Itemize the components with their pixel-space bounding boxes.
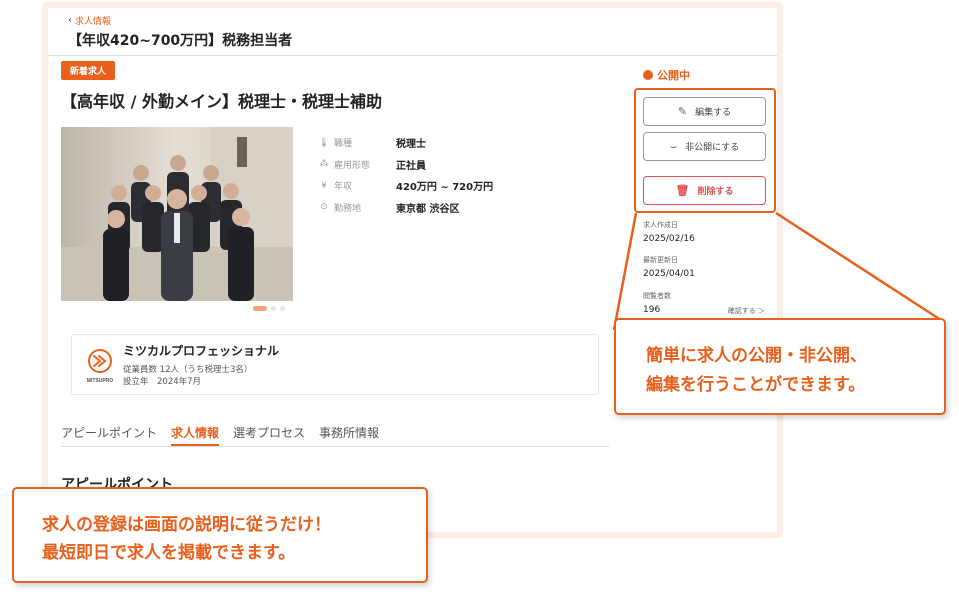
tab-appeal[interactable]: アピールポイント [61,424,157,446]
team-photo-illustration [61,127,293,301]
detail-value: 420万円 ~ 720万円 [396,182,494,194]
unpublish-button[interactable]: ⌣ 非公開にする [643,132,766,161]
new-badge: 新着求人 [61,61,115,80]
created-date-value: 2025/02/16 [643,234,695,244]
callout-left-line1: 求人の登録は画面の説明に従うだけ！ [42,515,331,535]
tab-bar: アピールポイント 求人情報 選考プロセス 事務所情報 [61,424,609,447]
tab-job-info[interactable]: 求人情報 [171,424,220,446]
job-photo[interactable] [61,127,293,301]
detail-label: 勤務地 [334,203,362,214]
company-logo-text: MITSUPRO [87,378,114,384]
view-count: 閲覧者数 196 確認する ＞ [643,291,765,315]
job-title: 【高年収 / 外勤メイン】税理士・税理士補助 [61,92,382,111]
detail-label: 雇用形態 [334,160,371,171]
edit-button-label: 編集する [695,108,732,118]
trash-icon: 🗑︎ [675,184,690,197]
carousel-dot[interactable] [253,306,267,311]
edit-button[interactable]: ✎ 編集する [643,97,766,126]
status-label: 公開中 [657,69,690,82]
callout-right-line1: 簡単に求人の公開・非公開、 [646,346,867,366]
chevron-left-icon: ‹ [68,15,72,26]
created-date: 求人作成日 2025/02/16 [643,220,695,244]
callout-right-line2: 編集を行うことができます。 [646,375,866,395]
carousel-dot[interactable] [271,306,276,311]
confirm-views-link[interactable]: 確認する ＞ [728,306,765,316]
pencil-icon: ✎ [677,105,688,118]
tab-selection-process[interactable]: 選考プロセス [233,424,305,446]
detail-row-location: ⊙ 勤務地 東京都 渋谷区 [318,197,493,219]
delete-button[interactable]: 🗑︎ 削除する [643,176,766,205]
view-count-label: 閲覧者数 [643,292,671,300]
status-dot-icon [643,70,653,80]
company-card[interactable]: MITSUPRO ミツカルプロフェッショナル 従業員数 12人（うち税理士3名）… [71,334,599,395]
carousel-dot[interactable] [280,306,285,311]
thermometer-icon: 🌡︎ [318,137,330,148]
detail-label: 年収 [334,182,353,193]
unpublish-button-label: 非公開にする [685,143,740,153]
back-link[interactable]: ‹ 求人情報 [68,14,111,27]
yen-icon: ¥ [321,180,327,191]
delete-button-label: 削除する [697,187,734,197]
eye-closed-icon: ⌣ [669,139,678,153]
company-logo: MITSUPRO [82,347,118,385]
company-name: ミツカルプロフェッショナル [123,344,280,358]
header-divider [48,55,777,56]
callout-left-line2: 最短即日で求人を掲載できます。 [42,543,296,563]
detail-value: 東京都 渋谷区 [396,203,460,215]
mitsupro-logo-icon: MITSUPRO [87,349,114,384]
status-badge: 公開中 [643,67,690,83]
page-title: 【年収420~700万円】税務担当者 [68,33,293,49]
detail-row-salary: ¥ 年収 420万円 ~ 720万円 [318,175,493,197]
callout-left: 求人の登録は画面の説明に従うだけ！ 最短即日で求人を掲載できます。 [12,487,428,583]
tab-office-info[interactable]: 事務所情報 [319,424,379,446]
detail-value: 正社員 [396,160,426,172]
location-icon: ⊙ [320,202,328,213]
detail-row-employment: ⁂ 雇用形態 正社員 [318,154,493,176]
updated-date: 最新更新日 2025/04/01 [643,255,695,279]
detail-value: 税理士 [396,139,426,151]
callout-right: 簡単に求人の公開・非公開、 編集を行うことができます。 [614,318,946,415]
updated-date-value: 2025/04/01 [643,269,695,279]
back-link-label: 求人情報 [75,17,112,27]
detail-label: 職種 [334,139,353,150]
updated-date-label: 最新更新日 [643,256,678,264]
created-date-label: 求人作成日 [643,221,678,229]
detail-row-job-type: 🌡︎ 職種 税理士 [318,132,493,154]
company-founded: 設立年 2024年7月 [123,377,202,387]
org-icon: ⁂ [319,159,329,170]
carousel-dots[interactable] [253,306,285,311]
company-employees: 従業員数 12人（うち税理士3名） [123,365,253,375]
job-details: 🌡︎ 職種 税理士 ⁂ 雇用形態 正社員 ¥ 年収 420万円 ~ 720万円 … [318,132,493,218]
